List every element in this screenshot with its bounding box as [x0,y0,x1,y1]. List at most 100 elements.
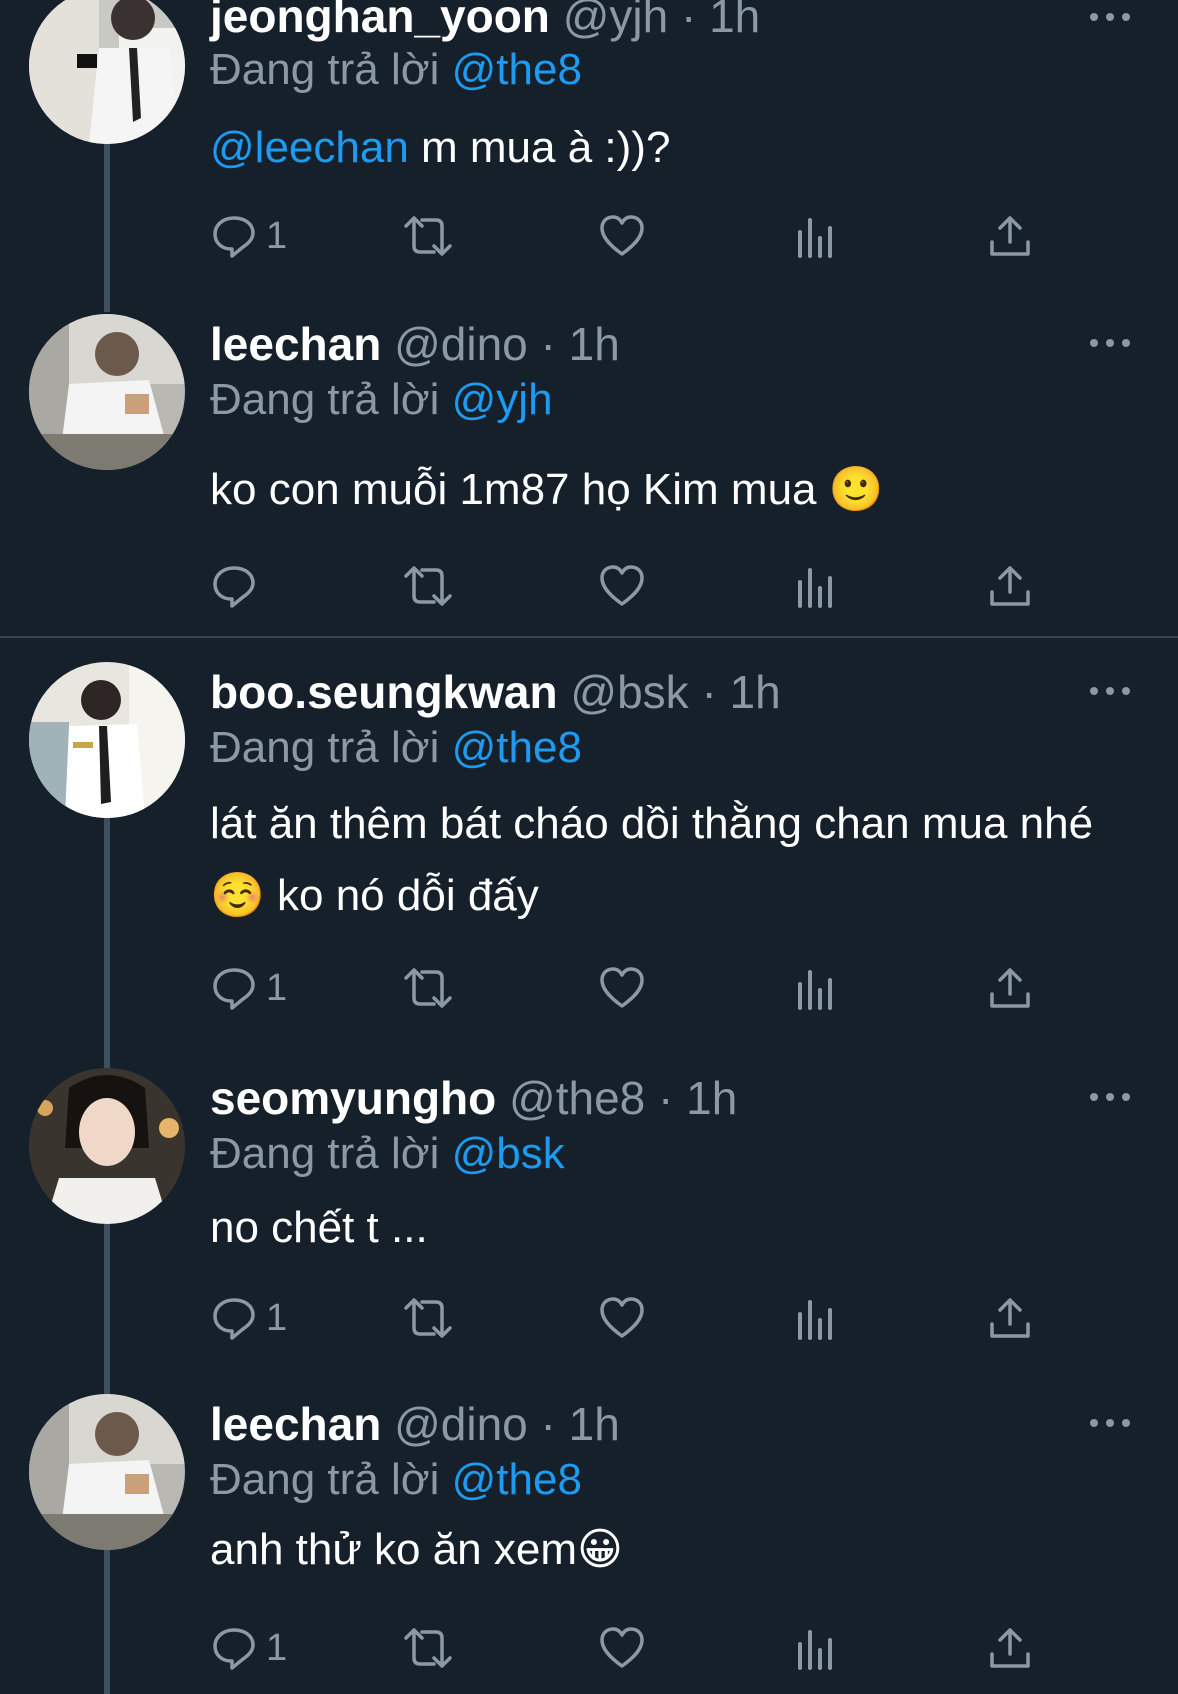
separator-dot: · [658,1072,674,1124]
replying-to-handle[interactable]: @yjh [452,375,553,424]
tweet-header: leechan @dino · 1h [210,1394,620,1454]
handle[interactable]: @dino [394,1398,528,1450]
timestamp[interactable]: 1h [569,1398,620,1450]
retweet-icon [404,216,452,256]
display-name[interactable]: jeonghan_yoon [210,0,550,42]
tweet-actions: 1 [210,208,1060,264]
views-button[interactable] [794,960,838,1016]
more-icon[interactable] [1088,336,1132,350]
retweet-button[interactable] [400,208,456,264]
display-name[interactable]: leechan [210,1398,381,1450]
reply-button[interactable]: 1 [210,1620,287,1676]
reply-button[interactable] [210,558,266,614]
timestamp[interactable]: 1h [569,318,620,370]
share-button[interactable] [988,208,1032,264]
display-name[interactable]: boo.seungkwan [210,666,558,718]
avatar[interactable] [29,662,185,818]
share-button[interactable] [988,1620,1032,1676]
tweet-text: @leechan m mua à :))? [210,112,1130,184]
tweet-actions: 1 [210,960,1060,1016]
reply-count: 1 [266,966,288,1009]
like-button[interactable] [598,208,646,264]
tweet-header: seomyungho @the8 · 1h [210,1068,737,1128]
retweet-icon [404,1628,452,1668]
share-button[interactable] [988,558,1032,614]
mention-link[interactable]: @leechan [210,123,409,172]
like-button[interactable] [598,1290,646,1346]
share-icon [990,968,1030,1008]
views-icon [798,218,832,258]
reply-button[interactable]: 1 [210,1290,287,1346]
replying-to: Đang trả lời @the8 [210,1450,582,1510]
replying-to: Đang trả lời @the8 [210,718,582,778]
heart-icon [600,967,644,1008]
more-icon[interactable] [1088,684,1132,698]
reply-count: 1 [266,1296,288,1339]
views-button[interactable] [794,558,838,614]
views-button[interactable] [794,1620,838,1676]
retweet-icon [404,1298,452,1338]
share-button[interactable] [988,960,1032,1016]
tweet[interactable]: jeonghan_yoon @yjh · 1h Đang trả lời @th… [0,0,1178,288]
share-icon [990,216,1030,256]
display-name[interactable]: leechan [210,318,381,370]
replying-to-handle[interactable]: @the8 [452,1455,582,1504]
retweet-button[interactable] [400,960,456,1016]
replying-to-label: Đang trả lời [210,1455,440,1504]
reply-icon [213,968,255,1010]
tweet[interactable]: leechan @dino · 1h Đang trả lời @the8 an… [0,1394,1178,1694]
replying-to-handle[interactable]: @the8 [452,45,582,94]
tweet-text: no chết t ... [210,1203,428,1252]
handle[interactable]: @yjh [563,0,669,42]
tweet[interactable]: leechan @dino · 1h Đang trả lời @yjh ko … [0,314,1178,614]
handle[interactable]: @the8 [509,1072,645,1124]
share-button[interactable] [988,1290,1032,1346]
timestamp[interactable]: 1h [730,666,781,718]
handle[interactable]: @bsk [570,666,688,718]
timestamp[interactable]: 1h [686,1072,737,1124]
like-button[interactable] [598,1620,646,1676]
more-icon[interactable] [1088,1416,1132,1430]
replying-to-label: Đang trả lời [210,1129,440,1178]
avatar[interactable] [29,1068,185,1224]
reply-icon [213,566,255,608]
heart-icon [600,1297,644,1338]
tweet-header: boo.seungkwan @bsk · 1h [210,662,781,722]
tweet[interactable]: seomyungho @the8 · 1h Đang trả lời @bsk … [0,1068,1178,1368]
views-icon [798,970,832,1010]
like-button[interactable] [598,960,646,1016]
avatar-image [29,1068,185,1224]
tweet-text: anh thử ko ăn xem😀 [210,1525,623,1574]
tweet-text-content: m mua à :))? [408,123,671,172]
replying-to-handle[interactable]: @bsk [452,1129,565,1178]
views-button[interactable] [794,208,838,264]
reply-button[interactable]: 1 [210,960,287,1016]
retweet-button[interactable] [400,1620,456,1676]
handle[interactable]: @dino [394,318,528,370]
reply-button[interactable]: 1 [210,208,287,264]
views-button[interactable] [794,1290,838,1346]
timestamp[interactable]: 1h [709,0,760,42]
more-icon[interactable] [1088,1090,1132,1104]
display-name[interactable]: seomyungho [210,1072,496,1124]
separator-dot: · [701,666,717,718]
separator-dot: · [540,318,556,370]
like-button[interactable] [598,558,646,614]
retweet-button[interactable] [400,1290,456,1346]
avatar-image [29,1394,185,1550]
avatar[interactable] [29,0,185,144]
avatar[interactable] [29,1394,185,1550]
replying-to-handle[interactable]: @the8 [452,723,582,772]
replying-to-label: Đang trả lời [210,723,440,772]
reply-count: 1 [266,214,288,257]
replying-to-label: Đang trả lời [210,45,440,94]
tweet[interactable]: boo.seungkwan @bsk · 1h Đang trả lời @th… [0,662,1178,1042]
separator-dot: · [540,1398,556,1450]
retweet-button[interactable] [400,558,456,614]
avatar[interactable] [29,314,185,470]
retweet-icon [404,968,452,1008]
replying-to-label: Đang trả lời [210,375,440,424]
more-icon[interactable] [1088,10,1132,24]
reply-icon [213,216,255,258]
share-icon [990,566,1030,606]
